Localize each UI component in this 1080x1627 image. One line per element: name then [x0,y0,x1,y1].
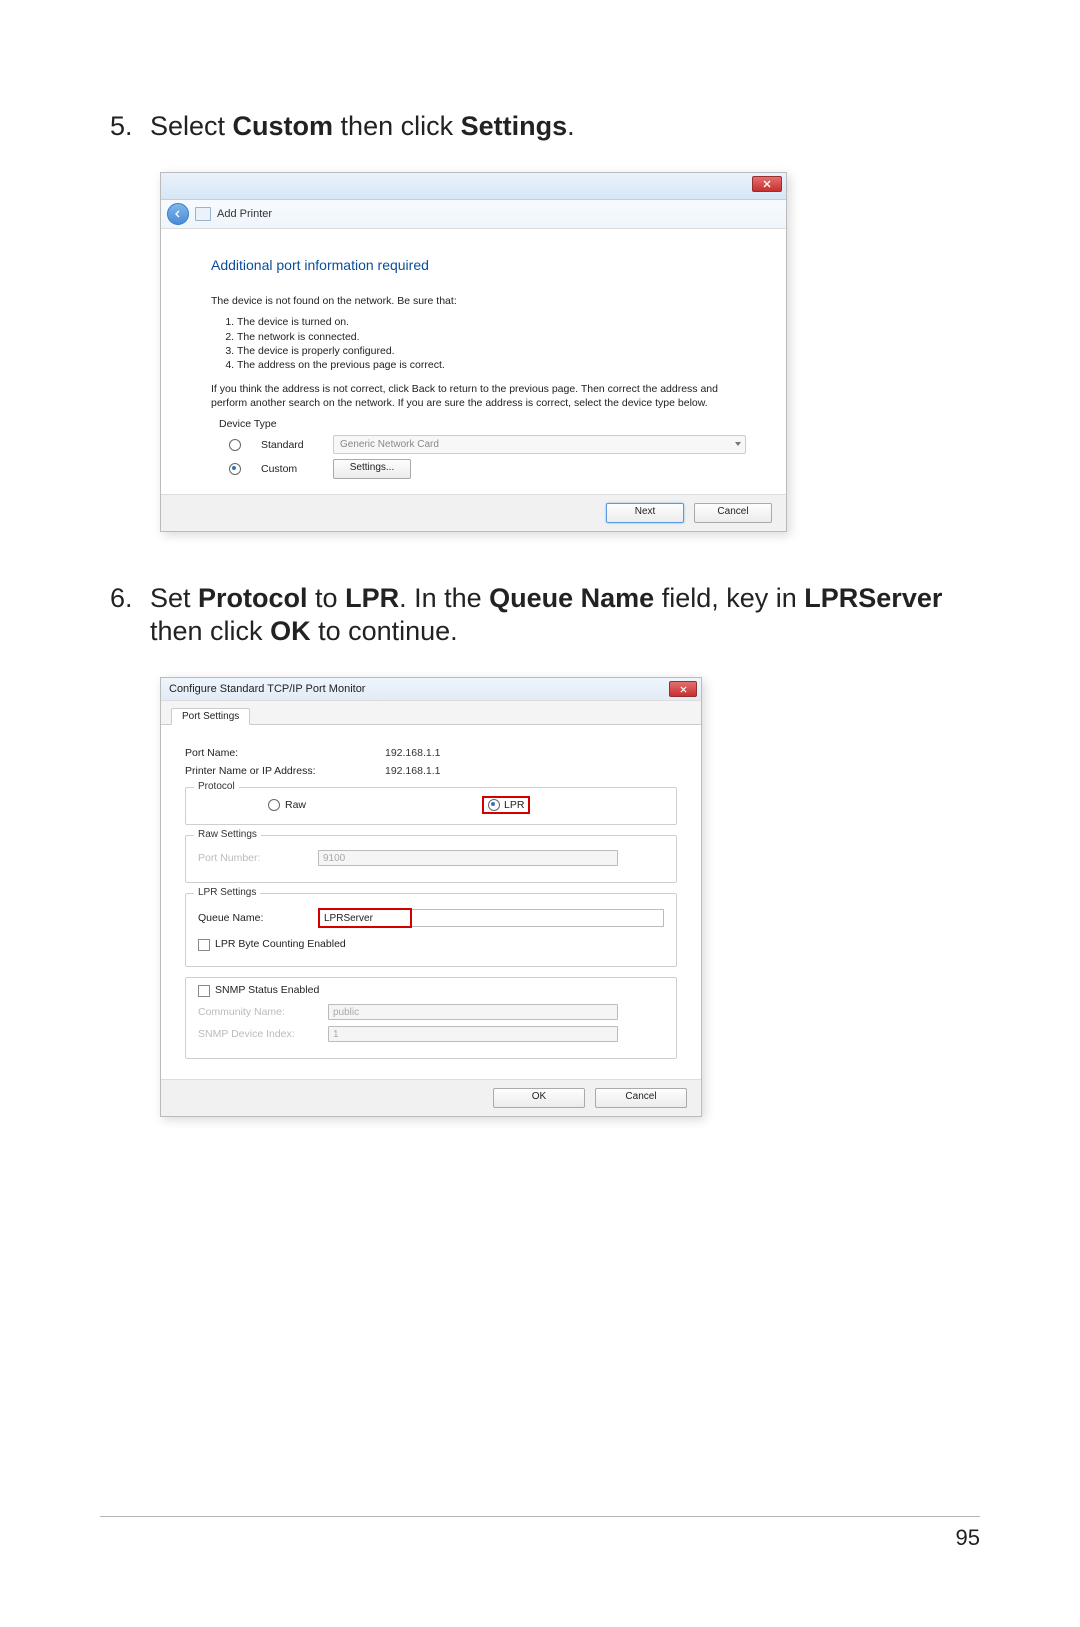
tab-bar: Port Settings [161,701,701,725]
back-icon[interactable] [167,203,189,225]
cancel-button[interactable]: Cancel [694,503,772,523]
snmp-fieldset: SNMP Status Enabled Community Name: SNMP… [185,977,677,1059]
lpr-settings-fieldset: LPR Settings Queue Name: LPR Byte Counti… [185,893,677,967]
close-icon[interactable] [669,681,697,697]
dialog-title-text: Configure Standard TCP/IP Port Monitor [169,683,365,695]
protocol-fieldset: Protocol Raw LPR [185,787,677,825]
checklist: The device is turned on. The network is … [211,315,746,372]
page-number: 95 [956,1525,980,1551]
dialog-header-text: Add Printer [217,208,272,220]
protocol-legend: Protocol [194,781,239,792]
dialog-footer: OK Cancel [161,1079,701,1116]
portname-label: Port Name: [185,747,385,759]
dialog-heading: Additional port information required [211,257,746,273]
raw-legend: Raw Settings [194,829,261,840]
step6-text: Set Protocol to LPR. In the Queue Name f… [150,582,980,647]
cancel-button[interactable]: Cancel [595,1088,687,1108]
port-monitor-dialog: Configure Standard TCP/IP Port Monitor P… [160,677,702,1117]
dialog-titlebar: Configure Standard TCP/IP Port Monitor [161,678,701,701]
printer-value: 192.168.1.1 [385,765,440,777]
standard-label: Standard [261,439,313,451]
snmpindex-input [328,1026,618,1042]
close-icon[interactable] [752,176,782,192]
add-printer-dialog: Add Printer Additional port information … [160,172,787,532]
raw-radio[interactable] [268,799,280,811]
lpr-highlight: LPR [482,796,530,814]
note-text: If you think the address is not correct,… [211,382,746,410]
custom-row: Custom Settings... [229,459,746,479]
lpr-radio[interactable] [488,799,500,811]
snmpindex-label: SNMP Device Index: [198,1028,328,1040]
instruction-step-6: 6. Set Protocol to LPR. In the Queue Nam… [110,582,980,647]
portnum-label: Port Number: [198,852,318,864]
lprbyte-label: LPR Byte Counting Enabled [215,938,346,950]
ok-button[interactable]: OK [493,1088,585,1108]
lpr-legend: LPR Settings [194,887,260,898]
list-item: The network is connected. [237,330,746,344]
portname-value: 192.168.1.1 [385,747,440,759]
step5-number: 5. [110,110,150,142]
step5-text: Select Custom then click Settings. [150,110,980,142]
list-item: The device is turned on. [237,315,746,329]
dialog-header: Add Printer [161,200,786,229]
next-button[interactable]: Next [606,503,684,523]
list-item: The device is properly configured. [237,344,746,358]
raw-label: Raw [285,799,306,811]
custom-radio[interactable] [229,463,241,475]
standard-row: Standard Generic Network Card [229,435,746,454]
dialog-titlebar [161,173,786,200]
printer-icon [195,207,211,221]
custom-label: Custom [261,463,313,475]
instruction-step-5: 5. Select Custom then click Settings. [110,110,980,142]
printer-label: Printer Name or IP Address: [185,765,385,777]
settings-button[interactable]: Settings... [333,459,411,479]
lprbyte-checkbox[interactable] [198,939,210,951]
lpr-label: LPR [504,799,524,811]
list-item: The address on the previous page is corr… [237,358,746,372]
page-divider [100,1516,980,1517]
step6-number: 6. [110,582,150,647]
community-input [328,1004,618,1020]
device-type-label: Device Type [219,418,746,430]
portnum-input [318,850,618,866]
community-label: Community Name: [198,1006,328,1018]
standard-radio[interactable] [229,439,241,451]
dialog-footer: Next Cancel [161,494,786,531]
queue-input[interactable] [320,910,410,926]
tab-port-settings[interactable]: Port Settings [171,708,250,725]
snmp-label: SNMP Status Enabled [215,984,319,996]
queue-label: Queue Name: [198,912,318,924]
standard-combo[interactable]: Generic Network Card [333,435,746,454]
notfound-text: The device is not found on the network. … [211,295,746,307]
raw-settings-fieldset: Raw Settings Port Number: [185,835,677,883]
snmp-checkbox[interactable] [198,985,210,997]
